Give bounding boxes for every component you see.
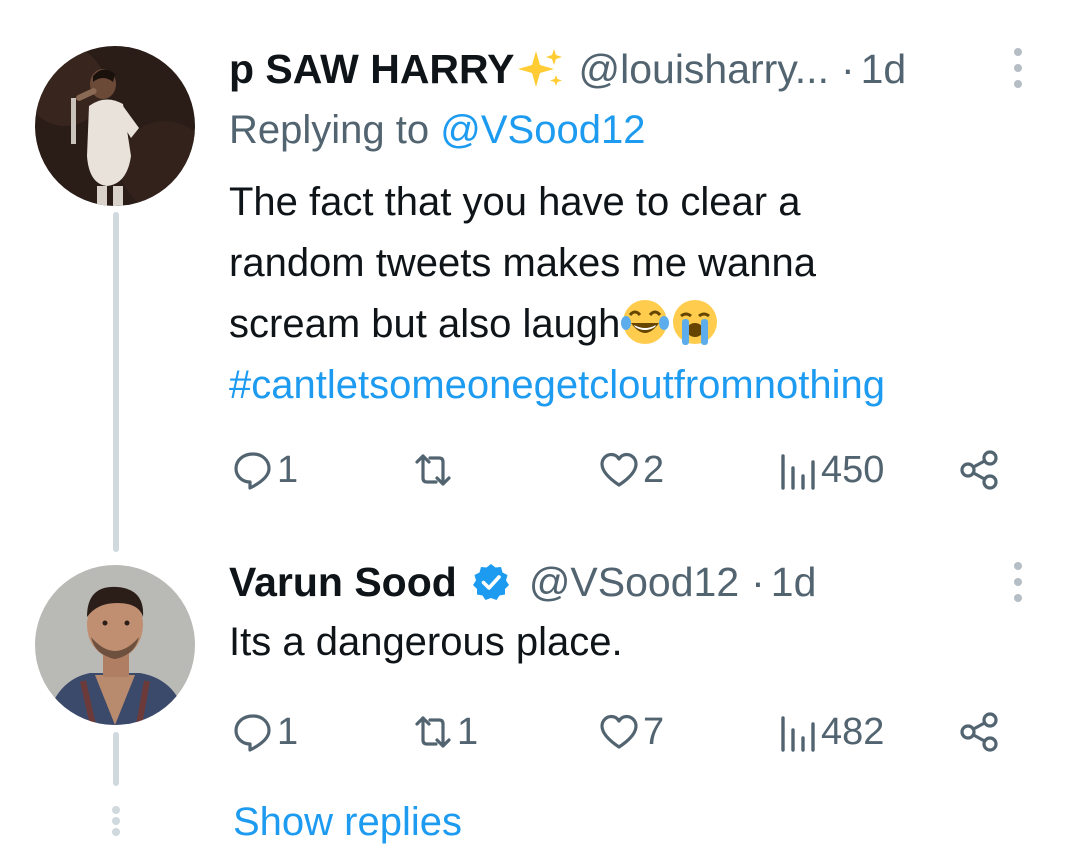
tweet-text-line: scream but also laugh: [229, 302, 621, 346]
tweet-text-line: The fact that you have to clear a: [229, 180, 801, 224]
separator-dot: ·: [840, 45, 855, 92]
reply-icon: [234, 714, 271, 752]
reply-icon: [234, 452, 271, 490]
retweet-button[interactable]: 1: [411, 702, 478, 762]
share-icon: [960, 712, 998, 752]
reply-button[interactable]: 1: [231, 702, 298, 762]
like-button[interactable]: 2: [597, 440, 664, 500]
tweet-header: Varun Sood @VSood12 · 1d: [229, 557, 816, 607]
like-count: 7: [643, 710, 665, 753]
verified-badge-icon[interactable]: [471, 562, 511, 602]
analytics-icon: [781, 454, 815, 490]
share-button[interactable]: [957, 440, 1001, 500]
reply-button[interactable]: 1: [231, 440, 298, 500]
sparkles-icon: [516, 47, 566, 91]
tweet-actions: 1 2 450: [229, 440, 1019, 500]
user-handle[interactable]: @VSood12: [529, 559, 739, 606]
sob-emoji-icon: [670, 297, 720, 347]
retweet-count: 1: [457, 710, 479, 753]
like-button[interactable]: 7: [597, 702, 664, 762]
heart-icon: [600, 452, 638, 487]
tweet-text-line: random tweets makes me wanna: [229, 241, 816, 285]
avatar[interactable]: [35, 565, 195, 725]
tweet-text: Its a dangerous place.: [229, 620, 623, 664]
retweet-button[interactable]: [411, 440, 457, 500]
more-options-icon[interactable]: [1012, 48, 1024, 88]
hashtag-link[interactable]: #cantletsomeonegetcloutfromnothing: [229, 355, 885, 416]
replying-prefix: Replying to: [229, 108, 430, 152]
tweet-header: p SAW HARRY @louisharry... · 1d: [229, 44, 906, 94]
views-button[interactable]: 482: [775, 702, 884, 762]
heart-icon: [600, 714, 638, 749]
view-count: 482: [821, 710, 885, 753]
share-button[interactable]: [957, 702, 1001, 762]
separator-dot: ·: [751, 558, 765, 605]
user-handle[interactable]: @louisharry...: [578, 46, 828, 93]
replying-handle-link[interactable]: @VSood12: [440, 108, 645, 152]
show-replies-link[interactable]: Show replies: [233, 800, 462, 845]
retweet-icon: [415, 454, 451, 486]
like-count: 2: [643, 448, 665, 491]
retweet-icon: [415, 716, 451, 748]
more-options-icon[interactable]: [1012, 562, 1024, 602]
timestamp[interactable]: 1d: [771, 559, 817, 606]
tweet-text: The fact that you have to clear a random…: [229, 172, 885, 416]
reply-count: 1: [277, 448, 299, 491]
timestamp[interactable]: 1d: [861, 46, 907, 93]
view-count: 450: [821, 448, 885, 491]
share-icon: [960, 450, 998, 490]
joy-emoji-icon: [620, 297, 670, 347]
more-replies-indicator-icon: [110, 806, 122, 836]
avatar[interactable]: [35, 46, 195, 206]
tweet-actions: 1 1 7 482: [229, 702, 1019, 762]
display-name[interactable]: Varun Sood: [229, 559, 457, 606]
analytics-icon: [781, 716, 815, 752]
thread-connector-line: [113, 732, 119, 786]
conversation-thread: p SAW HARRY @louisharry... · 1d Replying…: [0, 0, 1079, 859]
reply-count: 1: [277, 710, 299, 753]
thread-connector-line: [113, 212, 119, 552]
views-button[interactable]: 450: [775, 440, 884, 500]
replying-to: Replying to @VSood12: [229, 108, 645, 153]
display-name[interactable]: p SAW HARRY: [229, 46, 514, 93]
